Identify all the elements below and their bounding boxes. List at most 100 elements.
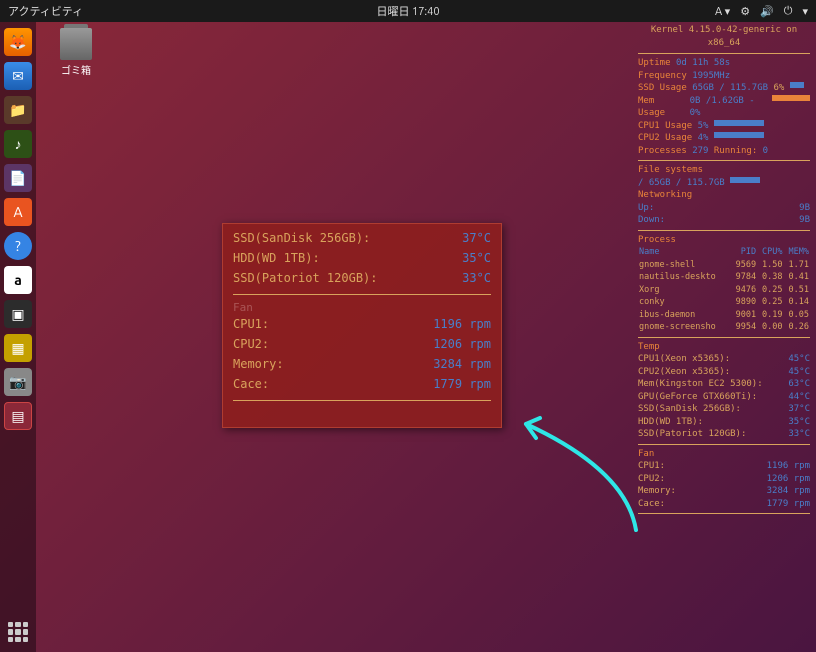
dock-app-libreoffice[interactable]: 📄 <box>4 164 32 192</box>
fan-label: CPU2: <box>233 334 269 354</box>
side-temp-label: SSD(SanDisk 256GB): <box>638 403 741 416</box>
fan-value: 1206 rpm <box>433 334 491 354</box>
side-fan-val: 1206 rpm <box>767 473 810 486</box>
freq-value: 1995MHz <box>692 70 730 83</box>
side-fan-label: CPU2: <box>638 473 665 486</box>
clock[interactable]: 日曜日 17:40 <box>376 3 439 19</box>
side-conky-panel: Kernel 4.15.0-42-generic on x86_64 Uptim… <box>638 24 810 517</box>
dock-app-software[interactable]: A <box>4 198 32 226</box>
proc-cell: gnome-screensho <box>638 321 731 334</box>
fan-label: Cace: <box>233 374 269 394</box>
proc-cell: 0.38 <box>757 271 783 284</box>
running-value: 0 <box>763 145 768 158</box>
trash-icon <box>60 28 92 60</box>
proc-cell: ibus-daemon <box>638 309 731 322</box>
side-temp-val: 45°C <box>788 353 810 366</box>
ssd-label: SSD Usage <box>638 82 687 95</box>
power-icon[interactable]: ⏻ <box>784 5 793 18</box>
net-down-val: 9B <box>799 214 810 227</box>
network-icon[interactable]: ⚙ <box>740 5 750 18</box>
top-bar: アクティビティ 日曜日 17:40 A ▾ ⚙ 🔊 ⏻ ▾ <box>0 0 816 22</box>
uptime-value: 0d 11h 58s <box>676 57 730 70</box>
proc-header: PID <box>731 246 757 259</box>
side-temp-val: 63°C <box>788 378 810 391</box>
fs-row: / 65GB / 115.7GB <box>638 177 725 190</box>
chevron-down-icon[interactable]: ▾ <box>802 5 808 18</box>
cpu1-label: CPU1 Usage <box>638 120 692 133</box>
side-fan-label: Memory: <box>638 485 676 498</box>
dock-app-screenshot[interactable]: 📷 <box>4 368 32 396</box>
side-temp-label: Mem(Kingston EC2 5300): <box>638 378 763 391</box>
proc-cell: 0.41 <box>784 271 810 284</box>
processes-value: 279 <box>692 145 708 158</box>
dock-app-amazon[interactable]: a <box>4 266 32 294</box>
dock-app-yellow[interactable]: ▦ <box>4 334 32 362</box>
conky-popup-panel: SSD(SanDisk 256GB):37°CHDD(WD 1TB):35°CS… <box>222 223 502 428</box>
dock: 🦊 ✉ 📁 ♪ 📄 A ? a ▣ ▦ 📷 ▤ <box>0 22 36 652</box>
proc-cell: 0.51 <box>784 284 810 297</box>
proc-cell: 0.05 <box>784 309 810 322</box>
fan-section-label: Fan <box>233 301 491 314</box>
fs-title: File systems <box>638 164 810 177</box>
volume-icon[interactable]: 🔊 <box>760 5 774 18</box>
ssd-value: 65GB / 115.7GB <box>692 82 768 95</box>
freq-label: Frequency <box>638 70 687 83</box>
fan-label: CPU1: <box>233 314 269 334</box>
fan-label: Memory: <box>233 354 284 374</box>
trash-label: ゴミ箱 <box>60 62 92 77</box>
side-temp-val: 37°C <box>788 403 810 416</box>
dock-app-files[interactable]: 📁 <box>4 96 32 124</box>
side-temp-val: 35°C <box>788 416 810 429</box>
proc-cell: 0.00 <box>757 321 783 334</box>
temp-label: SSD(Patoriot 120GB): <box>233 268 378 288</box>
proc-cell: 9001 <box>731 309 757 322</box>
dock-app-firefox[interactable]: 🦊 <box>4 28 32 56</box>
proc-cell: 9784 <box>731 271 757 284</box>
proc-header: Name <box>638 246 731 259</box>
dock-app-help[interactable]: ? <box>4 232 32 260</box>
proc-cell: conky <box>638 296 731 309</box>
desktop-trash[interactable]: ゴミ箱 <box>60 28 92 77</box>
process-table: NamePIDCPU%MEM%gnome-shell95691.501.71na… <box>638 246 810 334</box>
side-fan-title: Fan <box>638 448 810 461</box>
fan-value: 1779 rpm <box>433 374 491 394</box>
processes-label: Processes <box>638 145 687 158</box>
running-label: Running: <box>714 145 757 158</box>
mem-value: 0B /1.62GB - 0% <box>690 95 767 120</box>
temp-value: 37°C <box>462 228 491 248</box>
activities-button[interactable]: アクティビティ <box>8 3 83 19</box>
show-applications-button[interactable] <box>4 618 32 646</box>
ssd-bar <box>790 82 804 88</box>
proc-cell: 0.25 <box>757 296 783 309</box>
side-fan-val: 1196 rpm <box>767 460 810 473</box>
dock-app-terminal[interactable]: ▣ <box>4 300 32 328</box>
uptime-label: Uptime <box>638 57 671 70</box>
cpu1-bar <box>714 120 764 126</box>
dock-app-rhythmbox[interactable]: ♪ <box>4 130 32 158</box>
divider <box>233 294 491 295</box>
proc-cell: nautilus-deskto <box>638 271 731 284</box>
proc-cell: 0.14 <box>784 296 810 309</box>
proc-cell: 1.50 <box>757 259 783 272</box>
kernel-label: Kernel 4.15.0-42-generic on x86_64 <box>638 24 810 49</box>
temp-label: SSD(SanDisk 256GB): <box>233 228 370 248</box>
mem-bar <box>772 95 810 101</box>
proc-header: MEM% <box>784 246 810 259</box>
mem-label: Mem Usage <box>638 95 684 120</box>
proc-cell: 9569 <box>731 259 757 272</box>
side-temp-label: SSD(Patoriot 120GB): <box>638 428 746 441</box>
dock-app-sysmon[interactable]: ▤ <box>4 402 32 430</box>
temp-title: Temp <box>638 341 810 354</box>
ssd-pct: 6% <box>773 82 784 95</box>
input-method-indicator[interactable]: A ▾ <box>715 5 730 18</box>
fan-value: 3284 rpm <box>433 354 491 374</box>
cpu2-label: CPU2 Usage <box>638 132 692 145</box>
side-fan-label: Cace: <box>638 498 665 511</box>
proc-cell: Xorg <box>638 284 731 297</box>
net-down-label: Down: <box>638 215 665 225</box>
proc-cell: 1.71 <box>784 259 810 272</box>
proc-cell: 0.19 <box>757 309 783 322</box>
dock-app-thunderbird[interactable]: ✉ <box>4 62 32 90</box>
temp-label: HDD(WD 1TB): <box>233 248 320 268</box>
proc-cell: 9476 <box>731 284 757 297</box>
